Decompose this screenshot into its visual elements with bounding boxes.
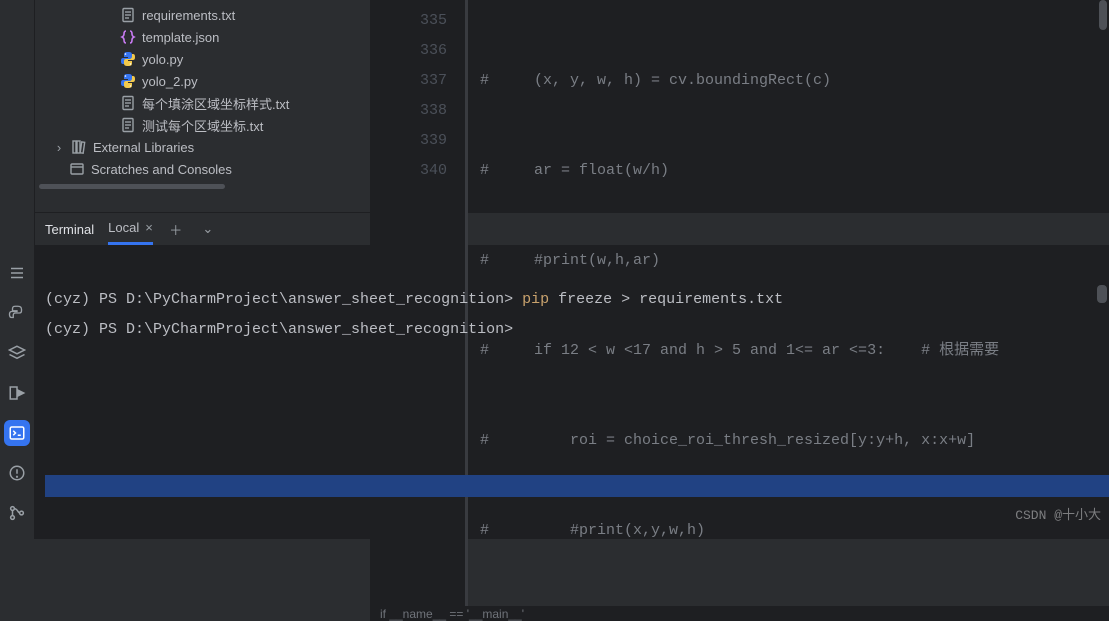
tree-file-template[interactable]: template.json (35, 26, 370, 48)
terminal-selection-bar (45, 475, 1109, 497)
python-file-icon (120, 73, 136, 89)
python-file-icon (120, 51, 136, 67)
tree-file-requirements[interactable]: requirements.txt (35, 4, 370, 26)
tree-scrollbar[interactable] (39, 184, 225, 189)
tree-file-cn1[interactable]: 每个填涂区域坐标样式.txt (35, 92, 370, 114)
close-tab-icon[interactable]: × (145, 220, 153, 235)
terminal-scrollbar[interactable] (1097, 285, 1107, 303)
git-icon[interactable] (4, 500, 30, 526)
main-area: requirements.txt template.json yolo.py y… (35, 0, 1109, 539)
top-split: requirements.txt template.json yolo.py y… (35, 0, 1109, 212)
json-file-icon (120, 29, 136, 45)
tree-label: Scratches and Consoles (91, 162, 232, 177)
watermark-text: CSDN @十小大 (1015, 501, 1101, 531)
left-tool-gutter (0, 0, 35, 539)
tree-file-label: 每个填涂区域坐标样式.txt (142, 94, 289, 113)
tree-file-label: template.json (142, 30, 219, 45)
text-file-icon (120, 7, 136, 23)
terminal-dropdown-icon[interactable]: ⌄ (199, 221, 217, 237)
terminal-body[interactable]: (cyz) PS D:\PyCharmProject\answer_sheet_… (35, 245, 1109, 539)
terminal-icon[interactable] (4, 420, 30, 446)
tree-scratches[interactable]: Scratches and Consoles (35, 158, 370, 180)
tree-file-label: 测试每个区域坐标.txt (142, 116, 263, 135)
editor-breadcrumb[interactable]: if __name__ == '__main__' (370, 606, 1109, 621)
tree-file-cn2[interactable]: 测试每个区域坐标.txt (35, 114, 370, 136)
services-icon[interactable] (4, 340, 30, 366)
problems-icon[interactable] (4, 460, 30, 486)
tree-file-label: yolo_2.py (142, 74, 198, 89)
new-terminal-icon[interactable]: ＋ (167, 220, 185, 239)
run-icon[interactable] (4, 380, 30, 406)
terminal-panel: Terminal Local × ＋ ⌄ (cyz) PS D:\PyCharm… (35, 212, 1109, 539)
text-file-icon (120, 117, 136, 133)
tree-file-yolo2[interactable]: yolo_2.py (35, 70, 370, 92)
scratches-icon (69, 161, 85, 177)
text-file-icon (120, 95, 136, 111)
tree-label: External Libraries (93, 140, 194, 155)
tree-external-libraries[interactable]: › External Libraries (35, 136, 370, 158)
tree-file-yolo[interactable]: yolo.py (35, 48, 370, 70)
editor-scrollbar[interactable] (1099, 0, 1107, 212)
tree-file-label: yolo.py (142, 52, 183, 67)
structure-icon[interactable] (4, 260, 30, 286)
terminal-title: Terminal (45, 222, 94, 237)
tree-file-label: requirements.txt (142, 8, 235, 23)
chevron-right-icon: › (53, 140, 65, 155)
code-editor[interactable]: 335 336 337 338 339 340 # (x, y, w, h) =… (370, 0, 1109, 212)
project-tree[interactable]: requirements.txt template.json yolo.py y… (35, 0, 370, 212)
python-console-icon[interactable] (4, 300, 30, 326)
library-icon (71, 139, 87, 155)
terminal-tab-local[interactable]: Local × (108, 213, 153, 245)
